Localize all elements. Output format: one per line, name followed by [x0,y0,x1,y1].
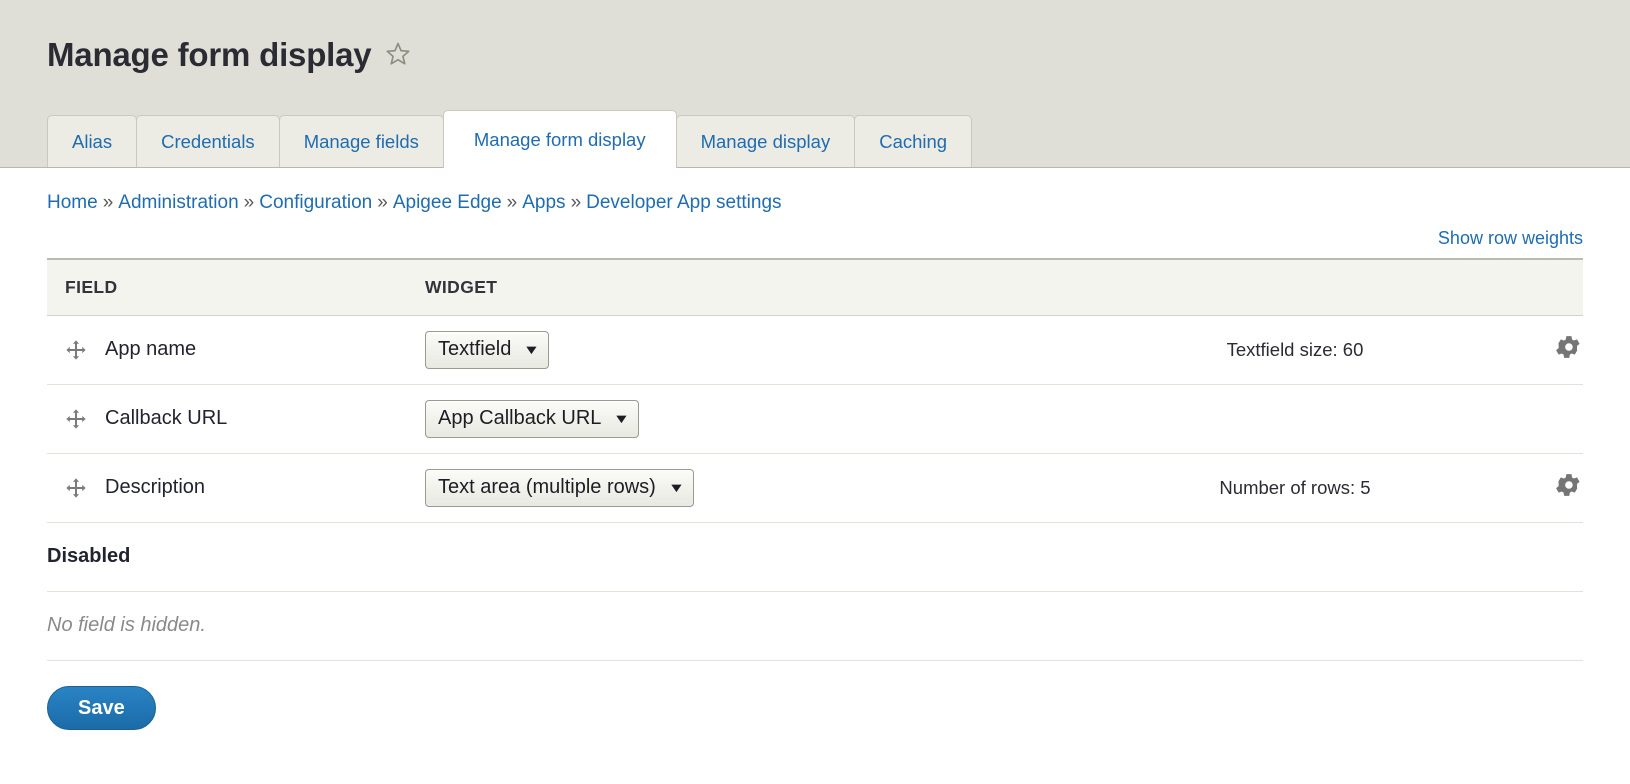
table-row: App name Textfield ▼ Textfield size: 60 [47,315,1583,385]
page-title-text: Manage form display [47,36,372,73]
breadcrumb-separator: » [243,192,255,213]
breadcrumb: Home» Administration» Configuration» Apigee… [47,168,1583,214]
widget-select-description[interactable]: Text area (multiple rows) ▼ [425,468,694,507]
widget-cell: Text area (multiple rows) ▼ [425,453,1035,523]
tab-manage-form-display[interactable]: Manage form display [442,110,677,168]
breadcrumb-separator: » [102,192,114,213]
empty-region-row: No field is hidden. [47,591,1583,661]
move-handle-icon[interactable] [65,408,87,430]
breadcrumb-separator: » [506,192,518,213]
breadcrumb-item-configuration[interactable]: Configuration [259,192,372,213]
breadcrumb-item-apps[interactable]: Apps [522,192,565,213]
tab-label: Credentials [161,131,255,152]
tab-manage-display[interactable]: Manage display [675,115,856,167]
breadcrumb-item-administration[interactable]: Administration [118,192,238,213]
breadcrumb-item-home[interactable]: Home [47,192,98,213]
summary-cell: Number of rows: 5 [1035,453,1555,523]
field-label: App name [105,338,197,360]
column-header-widget: WIDGET [425,258,1035,316]
primary-tabs: Alias Credentials Manage fields Manage f… [47,110,973,168]
page-title: Manage form display [47,34,412,76]
tab-label: Manage display [700,131,831,152]
row-weights-toggle-wrap: Show row weights [47,228,1583,252]
disabled-region-row: Disabled [47,522,1583,592]
tab-label: Manage fields [303,131,419,152]
widget-cell: Textfield ▼ [425,315,1035,385]
breadcrumb-separator: » [570,192,582,213]
summary-cell: Textfield size: 60 [1035,315,1555,385]
tab-credentials[interactable]: Credentials [136,115,280,167]
settings-cell [1555,384,1583,454]
widget-summary: Number of rows: 5 [1219,476,1371,498]
table-body: App name Textfield ▼ Textfield size: 60 [47,315,1583,661]
field-label: Description [105,476,206,498]
widget-summary: Textfield size: 60 [1226,338,1364,360]
column-header-summary [1035,258,1555,316]
table-header-row: FIELD WIDGET [47,258,1583,316]
disabled-region-label: Disabled [47,522,1583,592]
star-outline-icon[interactable] [384,38,412,76]
breadcrumb-item-developer-app-settings[interactable]: Developer App settings [586,192,781,213]
save-button[interactable]: Save [47,685,156,730]
tab-label: Caching [879,131,948,152]
show-row-weights-link[interactable]: Show row weights [1438,228,1583,248]
form-actions: Save [47,685,1583,730]
empty-region-message: No field is hidden. [47,591,1583,661]
table-row: Description Text area (multiple rows) ▼ … [47,453,1583,523]
gear-icon[interactable] [1556,472,1582,503]
settings-cell [1555,315,1583,385]
chevron-down-icon: ▼ [667,479,685,495]
tab-manage-fields[interactable]: Manage fields [278,115,444,167]
move-handle-icon[interactable] [65,477,87,499]
chevron-down-icon: ▼ [613,410,631,426]
breadcrumb-separator: » [377,192,388,213]
tab-caching[interactable]: Caching [854,115,973,167]
widget-select-app-name[interactable]: Textfield ▼ [425,330,550,369]
move-handle-icon[interactable] [65,339,87,361]
page-header-band: Manage form display Alias Credentials Ma… [0,0,1630,168]
main-content: Home» Administration» Configuration» Apigee… [0,168,1630,730]
widget-cell: App Callback URL ▼ [425,384,1035,454]
widget-select-callback-url[interactable]: App Callback URL ▼ [425,399,640,438]
chevron-down-icon: ▼ [523,341,541,357]
tab-alias[interactable]: Alias [47,115,138,167]
widget-select-value: App Callback URL [438,406,602,429]
column-header-settings [1555,258,1583,316]
breadcrumb-item-apigee-edge[interactable]: Apigee Edge [393,192,502,213]
widget-select-value: Text area (multiple rows) [438,475,656,498]
field-cell: App name [47,315,425,385]
field-cell: Description [47,453,425,523]
table-header: FIELD WIDGET [47,258,1583,316]
field-label: Callback URL [105,407,228,429]
settings-cell [1555,453,1583,523]
widget-select-value: Textfield [438,337,512,360]
tab-label: Manage form display [473,129,646,150]
column-header-field: FIELD [47,258,425,316]
field-cell: Callback URL [47,384,425,454]
gear-icon[interactable] [1556,334,1582,365]
summary-cell [1035,384,1555,454]
table-row: Callback URL App Callback URL ▼ [47,384,1583,454]
tab-label: Alias [72,131,113,152]
field-display-table: FIELD WIDGET App name Textfield ▼ Textfi… [47,258,1583,661]
